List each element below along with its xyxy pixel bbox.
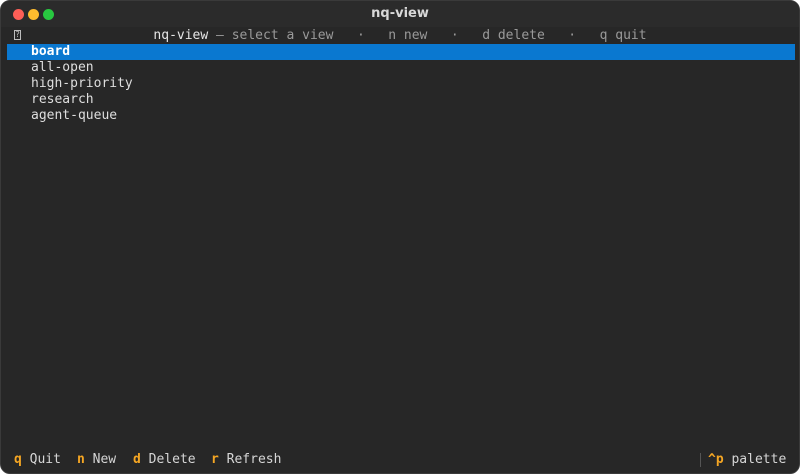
window-title: nq-view <box>371 6 429 21</box>
delete-key: d <box>133 452 141 467</box>
header-hint-new: n new <box>388 28 428 43</box>
header-subtitle: — select a view <box>208 28 334 43</box>
header-separator: · <box>450 28 459 43</box>
new-key: n <box>77 452 85 467</box>
view-item-high-priority[interactable]: high-priority <box>7 76 795 92</box>
view-item-research[interactable]: research <box>7 92 795 108</box>
palette-hint[interactable]: ^p palette <box>708 452 786 468</box>
palette-key: ^p <box>708 452 724 467</box>
quit-key: q <box>14 452 22 467</box>
header-hint-delete: d delete <box>482 28 545 43</box>
view-picker-header: ? nq-view — select a view · n new · d de… <box>1 27 799 45</box>
terminal-content: ? nq-view — select a view · n new · d de… <box>1 27 799 473</box>
terminal-window: nq-view ? nq-view — select a view · n ne… <box>0 0 800 474</box>
new-hint[interactable]: n New <box>77 452 116 468</box>
quit-hint[interactable]: q Quit <box>14 452 61 468</box>
key-hint-footer: q Quit n New d Delete r Refresh ^p palet… <box>1 452 799 468</box>
new-label: New <box>92 452 117 467</box>
view-item-board[interactable]: board <box>7 44 795 60</box>
quit-label: Quit <box>29 452 61 467</box>
refresh-label: Refresh <box>226 452 282 467</box>
title-bar: nq-view <box>1 1 799 27</box>
header-separator: · <box>568 28 577 43</box>
view-item-agent-queue[interactable]: agent-queue <box>7 108 795 124</box>
header-separator: · <box>356 28 365 43</box>
header-text: nq-view — select a view · n new · d dele… <box>1 27 799 45</box>
footer-divider <box>700 453 701 467</box>
refresh-hint[interactable]: r Refresh <box>211 452 281 468</box>
delete-hint[interactable]: d Delete <box>133 452 196 468</box>
header-hint-quit: q quit <box>599 28 647 43</box>
view-item-all-open[interactable]: all-open <box>7 60 795 76</box>
header-app-name: nq-view <box>153 28 209 43</box>
palette-label: palette <box>731 452 787 467</box>
delete-label: Delete <box>148 452 196 467</box>
view-list: board all-open high-priority research ag… <box>7 44 795 124</box>
refresh-key: r <box>211 452 219 467</box>
